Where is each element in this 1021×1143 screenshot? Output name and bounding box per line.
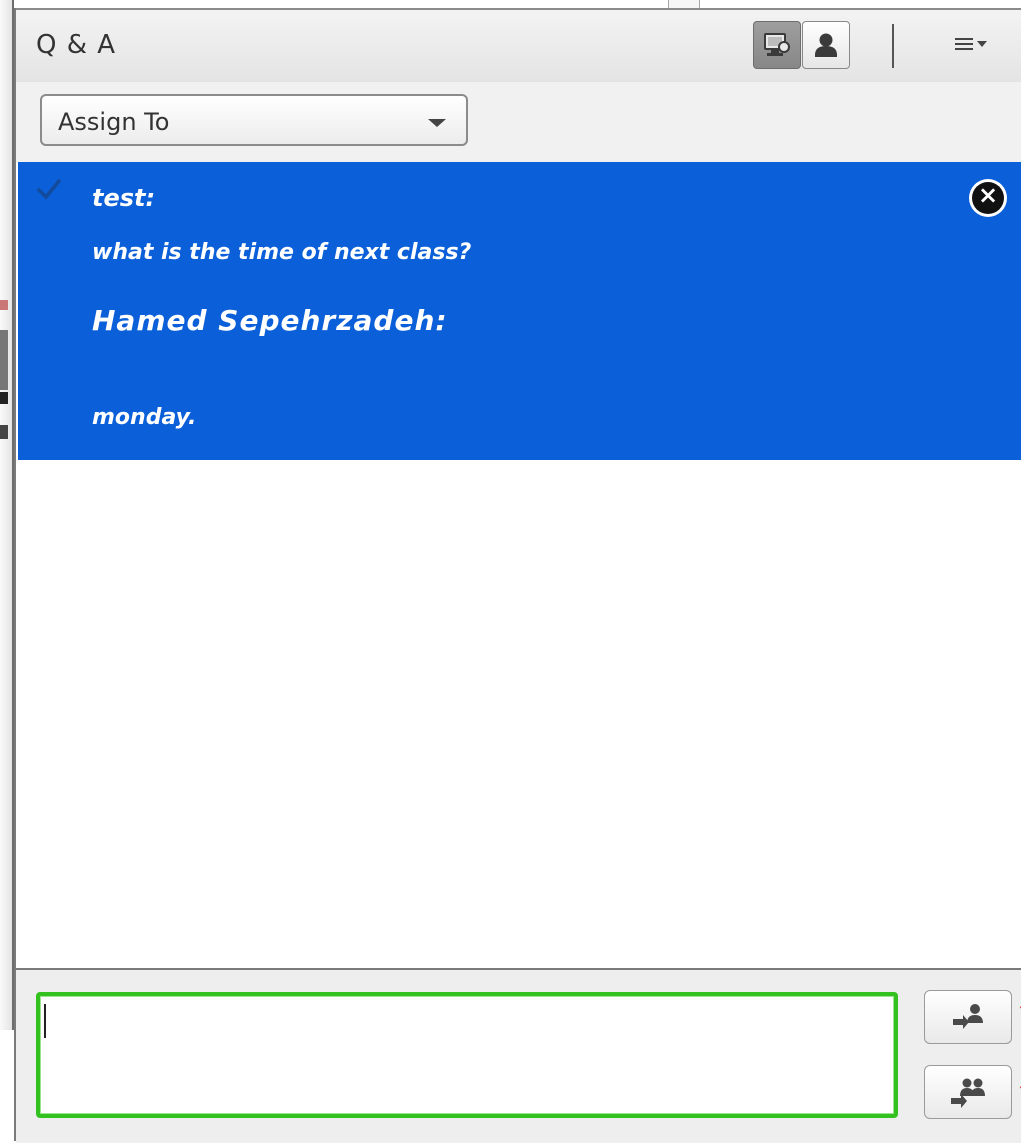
assign-to-label: Assign To bbox=[58, 108, 170, 136]
question-text: what is the time of next class? bbox=[92, 240, 472, 265]
background-fragment bbox=[0, 300, 8, 310]
question-item-selected[interactable]: test: what is the time of next class? Ha… bbox=[18, 162, 1021, 460]
monitor-icon bbox=[764, 33, 790, 56]
answer-author: Hamed Sepehrzadeh: bbox=[92, 304, 448, 337]
answer-input[interactable] bbox=[36, 992, 898, 1118]
background-fragment bbox=[0, 330, 8, 390]
background-fragment bbox=[0, 392, 8, 404]
pod-titlebar: Q & A bbox=[16, 8, 1021, 84]
toolbar-separator bbox=[892, 24, 894, 68]
user-icon bbox=[815, 33, 837, 57]
qa-pod: Q & A Assign To test: what is the time o… bbox=[14, 8, 1021, 1143]
send-private-icon bbox=[953, 1004, 983, 1029]
presenter-view-button[interactable] bbox=[753, 21, 801, 69]
participant-view-button[interactable] bbox=[802, 21, 850, 69]
chevron-down-icon bbox=[428, 119, 446, 127]
answer-textarea[interactable] bbox=[44, 1000, 894, 1114]
pod-options-menu-button[interactable] bbox=[951, 30, 1001, 60]
pod-title: Q & A bbox=[36, 30, 117, 60]
send-all-icon bbox=[951, 1078, 985, 1108]
composer-area: ‹ ‹ bbox=[16, 968, 1021, 1143]
answer-text: monday. bbox=[92, 405, 197, 430]
background-window-edge bbox=[0, 0, 14, 1030]
send-to-all-button[interactable] bbox=[924, 1065, 1012, 1119]
background-fragment bbox=[0, 425, 8, 439]
menu-icon bbox=[955, 38, 987, 50]
qa-toolbar: Assign To bbox=[16, 82, 1021, 162]
checkmark-icon bbox=[37, 179, 61, 200]
assign-to-dropdown[interactable]: Assign To bbox=[40, 94, 468, 146]
send-privately-button[interactable] bbox=[924, 990, 1012, 1044]
close-icon[interactable]: × bbox=[969, 179, 1007, 217]
question-asker: test: bbox=[92, 184, 156, 212]
